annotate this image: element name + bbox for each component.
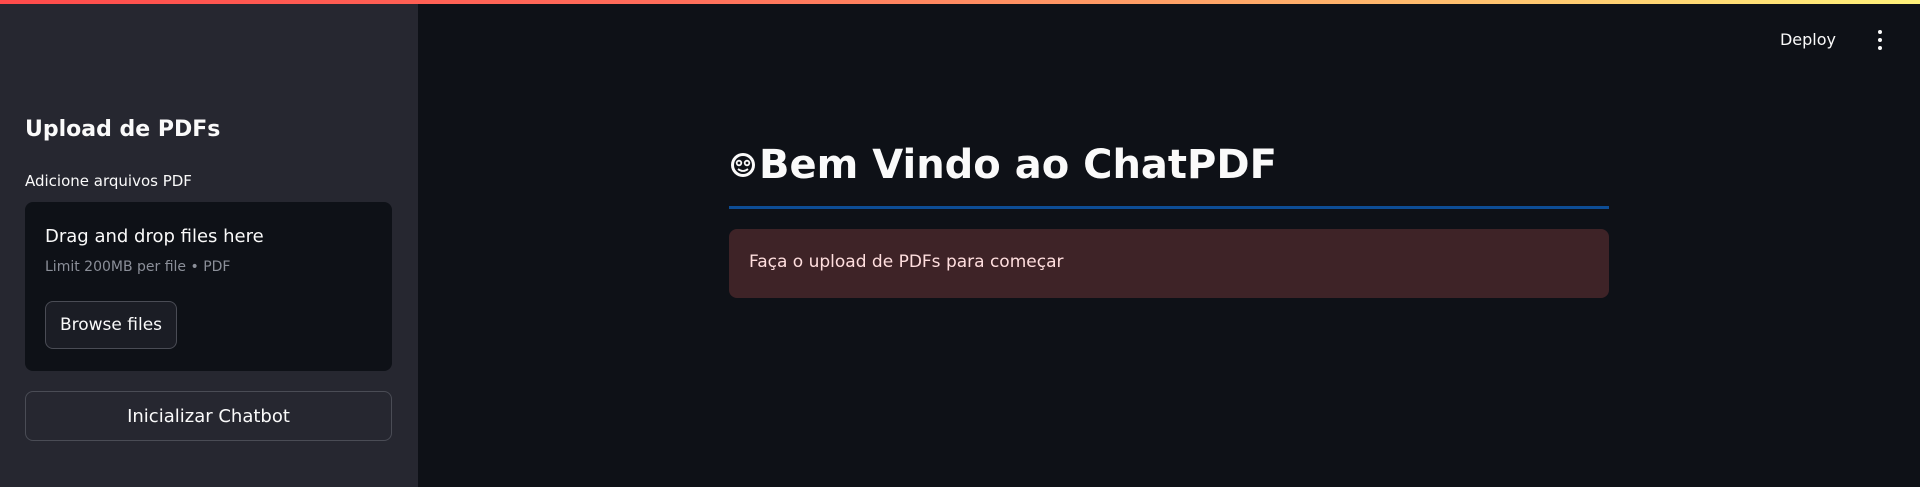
page-title: Bem Vindo ao ChatPDF	[729, 142, 1277, 188]
kebab-menu-icon[interactable]	[1876, 30, 1884, 50]
alert-message: Faça o upload de PDFs para começar	[749, 252, 1064, 272]
info-alert: Faça o upload de PDFs para começar	[729, 229, 1609, 298]
initialize-chatbot-button[interactable]: Inicializar Chatbot	[25, 391, 392, 441]
browse-files-button[interactable]: Browse files	[45, 301, 177, 349]
monkey-face-icon	[731, 153, 755, 177]
sidebar: Upload de PDFs Adicione arquivos PDF Dra…	[0, 0, 418, 487]
title-divider	[729, 206, 1609, 209]
file-dropzone[interactable]: Drag and drop files here Limit 200MB per…	[25, 202, 392, 371]
deploy-button[interactable]: Deploy	[1780, 30, 1836, 49]
page-title-text: Bem Vindo ao ChatPDF	[759, 142, 1277, 188]
top-decoration-stripe	[0, 0, 1920, 4]
sidebar-title: Upload de PDFs	[25, 117, 221, 142]
file-uploader-label: Adicione arquivos PDF	[25, 172, 192, 190]
dropzone-instruction: Drag and drop files here	[45, 226, 264, 247]
dropzone-limit-text: Limit 200MB per file • PDF	[45, 259, 231, 275]
